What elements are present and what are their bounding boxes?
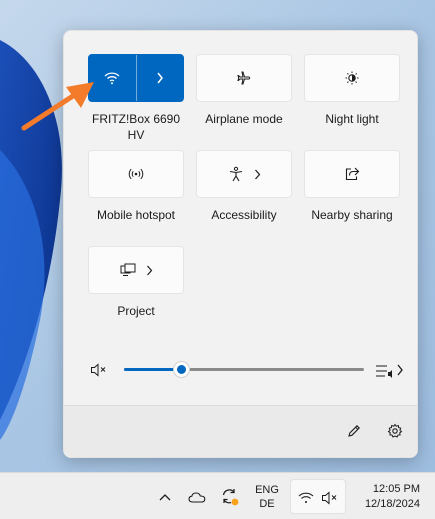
speaker-muted-icon <box>321 490 339 506</box>
pencil-icon[interactable] <box>346 423 362 439</box>
accessibility-button[interactable] <box>196 150 292 198</box>
tile-project: Project <box>88 246 184 319</box>
cloud-icon <box>188 491 206 503</box>
gear-icon[interactable] <box>387 423 403 439</box>
quick-settings-panel: FRITZ!Box 6690 HV Airplane mode Night li… <box>63 30 418 458</box>
project-icon <box>120 263 136 277</box>
brightness-icon <box>344 70 360 86</box>
airplane-icon <box>236 70 252 86</box>
audio-output-button[interactable] <box>375 361 403 379</box>
volume-slider-thumb[interactable] <box>174 362 190 377</box>
volume-slider[interactable] <box>124 362 364 377</box>
clock-button[interactable]: 12:05 PM 12/18/2024 <box>350 473 420 519</box>
network-volume-tray-button[interactable] <box>290 479 346 514</box>
annotation-arrow <box>21 82 94 131</box>
update-tray-button[interactable] <box>218 473 242 519</box>
clock-date: 12/18/2024 <box>364 497 420 510</box>
tile-nearby-sharing: Nearby sharing <box>304 150 400 223</box>
tile-airplane-mode: Airplane mode <box>196 54 292 127</box>
wifi-expand-button[interactable] <box>137 55 184 101</box>
hotspot-icon <box>128 166 144 182</box>
tile-accessibility: Accessibility <box>196 150 292 223</box>
share-icon <box>344 166 360 182</box>
tile-mobile-hotspot: Mobile hotspot <box>88 150 184 223</box>
mobile-hotspot-toggle[interactable] <box>88 150 184 198</box>
night-light-label: Night light <box>325 112 379 126</box>
wifi-icon <box>104 71 120 85</box>
nearby-sharing-label: Nearby sharing <box>311 208 393 222</box>
language-secondary: DE <box>259 497 275 510</box>
sync-update-icon <box>220 487 240 507</box>
input-language-button[interactable]: ENG DE <box>250 473 284 519</box>
language-primary: ENG <box>255 483 279 496</box>
onedrive-tray-button[interactable] <box>186 473 208 519</box>
speaker-muted-icon[interactable] <box>90 362 108 378</box>
mobile-hotspot-label: Mobile hotspot <box>96 208 176 222</box>
clock-time: 12:05 PM <box>372 482 420 495</box>
chevron-right-icon <box>146 265 153 276</box>
accessibility-label: Accessibility <box>211 208 277 222</box>
airplane-mode-label: Airplane mode <box>205 112 283 126</box>
airplane-mode-toggle[interactable] <box>196 54 292 102</box>
chevron-right-icon <box>254 169 261 180</box>
volume-row <box>90 359 405 381</box>
wifi-icon <box>298 491 314 504</box>
nearby-sharing-toggle[interactable] <box>304 150 400 198</box>
accessibility-icon <box>228 166 244 182</box>
quick-settings-footer <box>64 405 417 457</box>
show-hidden-icons-button[interactable] <box>154 473 176 519</box>
tile-wifi: FRITZ!Box 6690 HV <box>88 54 184 143</box>
taskbar: ENG DE 12:05 PM 12/18/2024 <box>0 472 435 519</box>
chevron-right-icon <box>156 72 164 84</box>
project-button[interactable] <box>88 246 184 294</box>
chevron-up-icon <box>159 493 171 501</box>
wifi-label: FRITZ!Box 6690 HV <box>91 112 181 142</box>
tile-night-light: Night light <box>304 54 400 127</box>
volume-slider-fill <box>124 368 182 371</box>
night-light-toggle[interactable] <box>304 54 400 102</box>
wifi-toggle[interactable] <box>88 54 184 102</box>
project-label: Project <box>117 304 155 318</box>
